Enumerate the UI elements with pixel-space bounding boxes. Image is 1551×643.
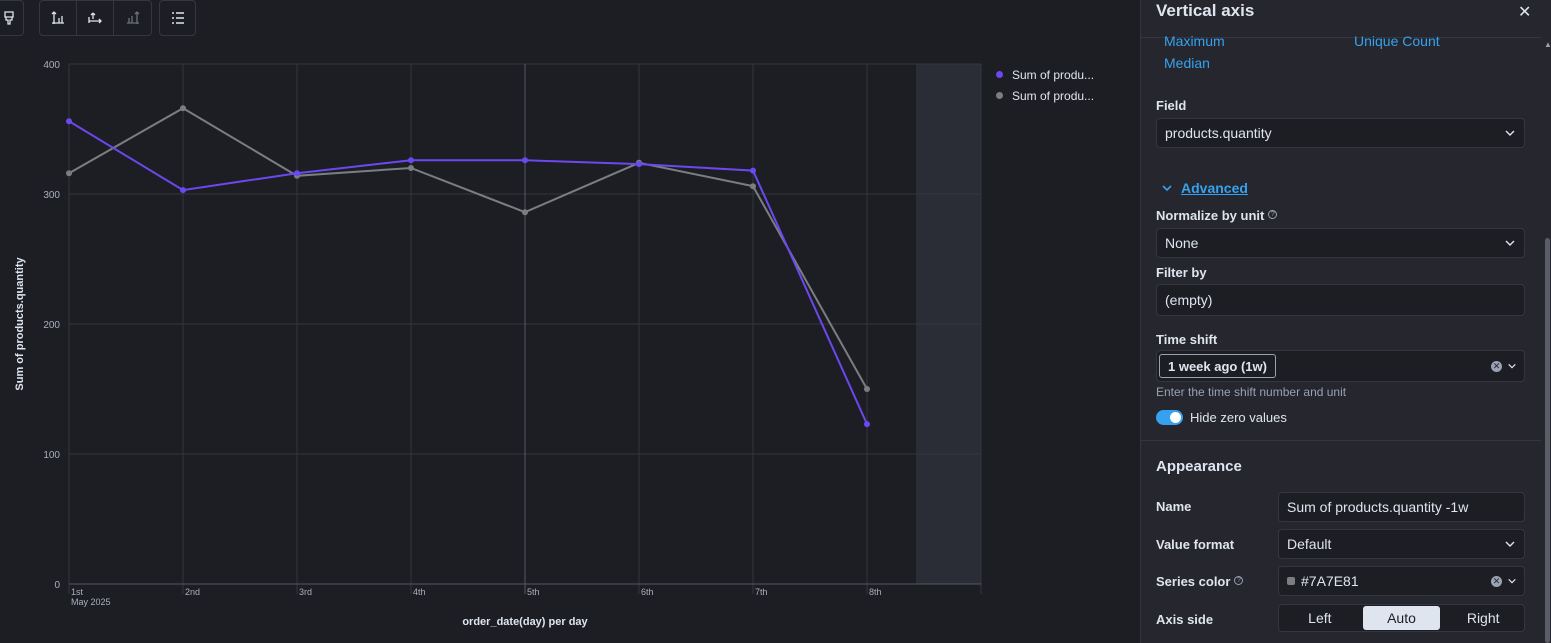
field-label: Field <box>1156 98 1187 113</box>
chevron-down-icon <box>1162 185 1172 192</box>
x-tick-label: 6th <box>641 587 654 597</box>
data-point <box>408 165 414 171</box>
data-point <box>180 105 186 112</box>
series-color-picker[interactable]: #7A7E81 <box>1278 566 1525 596</box>
data-point <box>294 170 300 177</box>
series-color-value: #7A7E81 <box>1301 573 1359 589</box>
x-tick-label: 7th <box>755 587 768 597</box>
axis-side-auto[interactable]: Auto <box>1362 606 1441 630</box>
hide-zero-label: Hide zero values <box>1190 410 1287 425</box>
legend-item[interactable]: Sum of produ... <box>996 85 1094 106</box>
axis-side-label: Axis side <box>1156 612 1214 627</box>
hide-zero-toggle[interactable] <box>1156 410 1183 425</box>
scroll-up-icon[interactable]: ▲ <box>1544 40 1551 49</box>
value-format-label: Value format <box>1156 537 1235 552</box>
x-tick-sublabel: May 2025 <box>71 597 111 607</box>
y-tick-label: 200 <box>43 320 60 331</box>
divider <box>1141 440 1541 441</box>
clear-icon[interactable]: ✕ <box>1491 361 1502 372</box>
data-point <box>66 118 72 125</box>
help-icon[interactable]: ? <box>1234 576 1244 585</box>
flyout-scrollbar[interactable]: ▲ <box>1544 40 1551 643</box>
flyout-title: Vertical axis <box>1156 1 1255 20</box>
series-line-2 <box>68 107 868 390</box>
value-format-select[interactable]: Default <box>1278 529 1525 559</box>
function-maximum[interactable]: Maximum <box>1164 33 1225 49</box>
y-tick-label: 0 <box>54 580 60 591</box>
timeshift-hint: Enter the time shift number and unit <box>1156 385 1347 399</box>
filter-input[interactable]: (empty) <box>1156 284 1525 316</box>
y-axis-title: Sum of products.quantity <box>14 257 26 391</box>
x-tick-label: 2nd <box>185 587 200 597</box>
data-point <box>750 167 756 174</box>
normalize-select[interactable]: None <box>1156 228 1525 258</box>
close-icon[interactable]: ✕ <box>1518 2 1531 22</box>
filter-value: (empty) <box>1165 292 1213 308</box>
data-point <box>522 157 528 164</box>
normalize-label-text: Normalize by unit <box>1156 208 1265 223</box>
legend-swatch <box>996 71 1003 78</box>
normalize-label: Normalize by unit? <box>1156 208 1278 223</box>
advanced-label: Advanced <box>1181 180 1248 196</box>
legend-label: Sum of produ... <box>1012 88 1095 103</box>
advanced-toggle[interactable]: Advanced <box>1161 180 1248 196</box>
data-point <box>864 421 870 428</box>
name-label: Name <box>1156 499 1192 514</box>
data-point <box>864 386 870 392</box>
timeshift-label: Time shift <box>1156 332 1218 347</box>
series-color-label-text: Series color <box>1156 574 1231 589</box>
name-value: Sum of products.quantity -1w <box>1287 499 1469 515</box>
legend-item[interactable]: Sum of produ... <box>996 64 1094 85</box>
data-point <box>180 187 186 194</box>
help-icon[interactable]: ? <box>1268 210 1278 219</box>
scroll-thumb[interactable] <box>1545 238 1550 643</box>
axis-side-buttongroup: Left Auto Right <box>1278 604 1525 632</box>
clear-icon[interactable]: ✕ <box>1491 576 1502 587</box>
data-point <box>408 157 414 164</box>
x-tick-label: 5th <box>527 587 540 597</box>
x-tick-label: 3rd <box>299 587 312 597</box>
chevron-down-icon <box>1505 240 1515 246</box>
data-point <box>750 183 756 190</box>
chevron-down-icon[interactable] <box>1507 361 1517 371</box>
appearance-title: Appearance <box>1156 458 1242 475</box>
series-color-label: Series color? <box>1156 574 1244 589</box>
x-tick-label: 8th <box>869 587 882 597</box>
chevron-down-icon <box>1505 130 1515 136</box>
x-tick-label: 1st <box>71 587 84 597</box>
filter-label: Filter by <box>1156 265 1207 280</box>
timeshift-pill[interactable]: 1 week ago (1w) <box>1159 354 1276 378</box>
function-median[interactable]: Median <box>1164 55 1210 71</box>
line-chart: 0 100 200 300 400 1st 2nd 3rd 4th 5th 6th 7th 8th May… <box>14 60 982 628</box>
data-point <box>636 161 642 168</box>
data-point <box>522 209 528 216</box>
axis-side-right[interactable]: Right <box>1444 606 1522 630</box>
legend-swatch <box>996 92 1003 99</box>
chevron-down-icon <box>1505 541 1515 547</box>
data-point <box>66 170 72 177</box>
axis-side-left[interactable]: Left <box>1281 606 1359 630</box>
vertical-axis-flyout: Vertical axis ✕ Maximum Unique Count Med… <box>1140 0 1551 643</box>
name-input[interactable]: Sum of products.quantity -1w <box>1278 492 1525 522</box>
chart-legend: Sum of produ... Sum of produ... <box>996 64 1094 106</box>
field-select[interactable]: products.quantity <box>1156 118 1525 148</box>
x-tick-label: 4th <box>413 587 426 597</box>
series-line-1 <box>68 120 868 425</box>
normalize-value: None <box>1165 235 1199 251</box>
function-unique-count[interactable]: Unique Count <box>1354 33 1440 49</box>
y-tick-label: 300 <box>43 190 60 201</box>
y-tick-label: 400 <box>43 60 60 71</box>
y-tick-label: 100 <box>43 450 60 461</box>
chevron-down-icon[interactable] <box>1507 576 1517 586</box>
legend-label: Sum of produ... <box>1012 67 1095 82</box>
field-value: products.quantity <box>1165 125 1272 141</box>
color-swatch <box>1287 577 1295 585</box>
value-format-value: Default <box>1287 536 1332 552</box>
x-axis-title: order_date(day) per day <box>462 616 588 628</box>
